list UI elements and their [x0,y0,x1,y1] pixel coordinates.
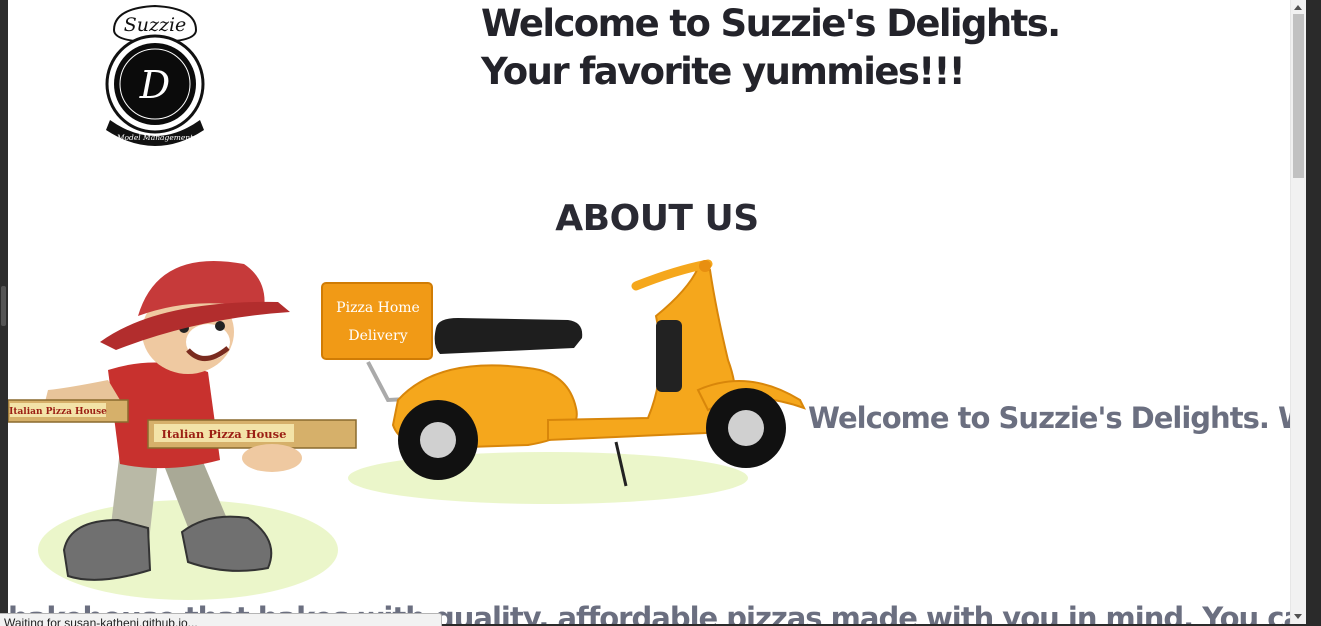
delivery-boy-scooter-illustration: Pizza Home Delivery Italian Pizza House … [8,259,807,600]
logo-script-text: Suzzie [124,14,187,36]
about-heading: ABOUT US [555,198,759,239]
site-title: Welcome to Suzzie's Delights. Your favor… [481,0,1061,96]
scrollbar-thumb[interactable] [1293,14,1304,178]
window-edge [0,0,8,624]
logo-ribbon-text: Model Management [116,133,194,142]
delivery-box-label-2: Delivery [348,328,407,344]
scroll-down-arrow-icon[interactable] [1294,614,1302,619]
about-text-line-1: Welcome to Suzzie's Delights. We are a [808,401,1306,435]
site-title-line-2: Your favorite yummies!!! [481,50,966,93]
delivery-box-label-1: Pizza Home [336,300,420,316]
browser-status-bar: Waiting for susan-katheni.github.io... [0,613,442,626]
vertical-scrollbar[interactable] [1290,0,1306,624]
site-title-line-1: Welcome to Suzzie's Delights. [481,2,1061,45]
suzzie-logo[interactable]: Suzzie D Model Management [100,2,210,152]
page-viewport: Suzzie D Model Management Welcome to Suz… [8,0,1306,624]
delivery-box [321,282,433,360]
window-edge-handle [1,286,6,326]
logo-monogram: D [139,63,170,107]
pizza-box-label-left: Italian Pizza House [9,407,107,417]
scroll-up-arrow-icon[interactable] [1294,5,1302,10]
pizza-box-label-right: Italian Pizza House [162,427,287,441]
